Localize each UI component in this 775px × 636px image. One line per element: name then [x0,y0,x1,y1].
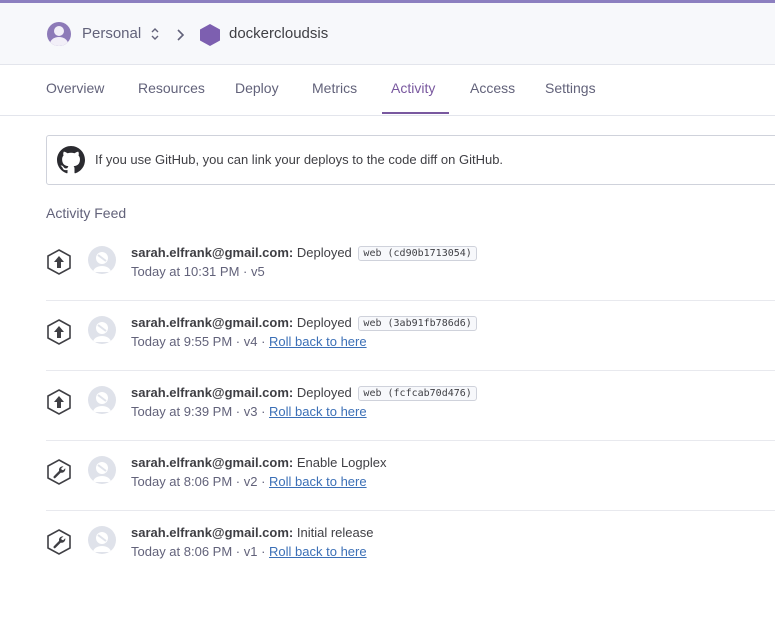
release-version: v5 [250,264,265,279]
avatar [88,246,116,274]
activity-item: sarah.elfrank@gmail.com: Deployed web (3… [46,300,775,371]
activity-description: sarah.elfrank@gmail.com: Initial release [131,525,373,540]
user-email: sarah.elfrank@gmail.com: [131,315,294,330]
tab-deploy[interactable]: Deploy [235,80,279,96]
chevron-up-down-icon[interactable] [150,27,160,41]
activity-time: Today at 9:39 PM [131,404,233,419]
app-nav-tabs: Overview Resources Deploy Metrics Activi… [0,65,775,116]
avatar [88,386,116,414]
activity-action: Deployed [296,315,352,330]
release-version: v2 [243,474,258,489]
app-hexagon-icon [200,24,220,46]
activity-time: Today at 8:06 PM [131,474,233,489]
rollback-link[interactable]: Roll back to here [269,474,367,489]
user-email: sarah.elfrank@gmail.com: [131,525,294,540]
activity-item: sarah.elfrank@gmail.com: Enable Logplex … [46,440,775,511]
activity-feed-title: Activity Feed [46,205,127,221]
activity-action: Deployed [296,385,352,400]
tab-metrics[interactable]: Metrics [312,80,357,96]
activity-meta: Today at 9:39 PM · v3 · Roll back to her… [131,404,367,419]
commit-badge: web (3ab91fb786d6) [358,316,477,331]
rollback-link[interactable]: Roll back to here [269,404,367,419]
activity-item: sarah.elfrank@gmail.com: Deployed web (f… [46,370,775,441]
user-email: sarah.elfrank@gmail.com: [131,385,294,400]
github-icon [57,146,85,174]
github-link-banner: If you use GitHub, you can link your dep… [46,135,775,185]
deploy-icon [47,319,71,345]
tab-resources[interactable]: Resources [138,80,205,96]
activity-meta: Today at 10:31 PM · v5 [131,264,265,279]
activity-time: Today at 8:06 PM [131,544,233,559]
app-header: Personal dockercloudsis [0,3,775,65]
activity-meta: Today at 8:06 PM · v1 · Roll back to her… [131,544,367,559]
activity-action: Enable Logplex [296,455,387,470]
account-switcher[interactable]: Personal [82,25,141,42]
rollback-link[interactable]: Roll back to here [269,334,367,349]
wrench-icon [47,529,71,555]
activity-meta: Today at 8:06 PM · v2 · Roll back to her… [131,474,367,489]
rollback-link[interactable]: Roll back to here [269,544,367,559]
activity-action: Initial release [296,525,374,540]
tab-activity[interactable]: Activity [391,80,435,96]
user-email: sarah.elfrank@gmail.com: [131,245,294,260]
account-avatar-icon[interactable] [47,22,71,46]
chevron-right-icon [177,29,185,41]
release-version: v4 [243,334,258,349]
deploy-icon [47,389,71,415]
activity-time: Today at 9:55 PM [131,334,233,349]
activity-item: sarah.elfrank@gmail.com: Deployed web (c… [46,230,775,301]
commit-badge: web (cd90b1713054) [358,246,477,261]
banner-message: If you use GitHub, you can link your dep… [95,152,504,167]
activity-description: sarah.elfrank@gmail.com: Deployed web (c… [131,245,477,261]
commit-badge: web (fcfcab70d476) [358,386,477,401]
activity-meta: Today at 9:55 PM · v4 · Roll back to her… [131,334,367,349]
deploy-icon [47,249,71,275]
activity-time: Today at 10:31 PM [131,264,240,279]
tab-access[interactable]: Access [470,80,515,96]
tab-settings[interactable]: Settings [545,80,596,96]
wrench-icon [47,459,71,485]
release-version: v1 [243,544,258,559]
activity-action: Deployed [296,245,352,260]
tab-overview[interactable]: Overview [46,80,104,96]
avatar [88,316,116,344]
activity-item: sarah.elfrank@gmail.com: Initial release… [46,510,775,580]
release-version: v3 [243,404,258,419]
activity-description: sarah.elfrank@gmail.com: Enable Logplex [131,455,387,470]
app-name[interactable]: dockercloudsis [229,25,328,42]
avatar [88,526,116,554]
activity-description: sarah.elfrank@gmail.com: Deployed web (f… [131,385,477,401]
user-email: sarah.elfrank@gmail.com: [131,455,294,470]
active-tab-indicator [382,112,449,114]
avatar [88,456,116,484]
activity-description: sarah.elfrank@gmail.com: Deployed web (3… [131,315,477,331]
